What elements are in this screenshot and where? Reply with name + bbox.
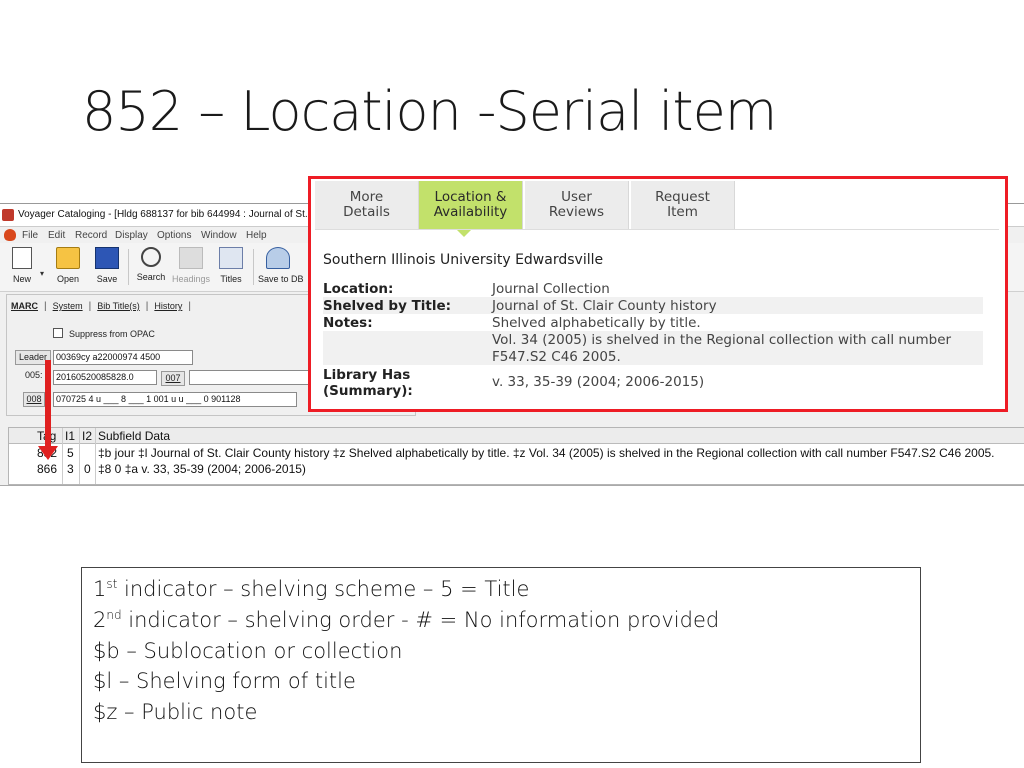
note-subfield-b: $b – Sublocation or collection	[93, 639, 403, 663]
annotation-arrow	[45, 360, 51, 454]
window-title: Voyager Cataloging - [Hldg 688137 for bi…	[18, 209, 326, 220]
new-dropdown-icon[interactable]: ▾	[40, 269, 44, 278]
location-value: Journal Collection	[492, 281, 610, 297]
suppress-checkbox[interactable]	[53, 328, 63, 338]
save-to-db-button[interactable]: Save to DB	[258, 247, 304, 289]
header-i2: I2	[82, 429, 93, 443]
indicator-notes-box: 1st indicator – shelving scheme – 5 = Ti…	[81, 567, 921, 763]
suppress-row: Suppress from OPAC	[53, 328, 155, 339]
titles-icon	[219, 247, 243, 269]
new-button[interactable]: New	[2, 247, 42, 289]
field-008-value[interactable]: 070725 4 u ___ 8 ___ 1 001 u u ___ 0 901…	[53, 392, 297, 407]
toolbar-separator	[128, 249, 129, 285]
grid-header: Tag I1 I2 Subfield Data	[9, 428, 1024, 444]
suppress-label: Suppress from OPAC	[69, 329, 155, 339]
marc-field-grid: Tag I1 I2 Subfield Data 852 5 ‡b jour ‡l…	[8, 427, 1024, 485]
header-i1: I1	[65, 429, 76, 443]
record-tabs: MARC | System | Bib Title(s) | History |	[11, 301, 191, 312]
location-row: Location: Journal Collection	[323, 280, 983, 297]
row-subfield-data: ‡b jour ‡l Journal of St. Clair County h…	[98, 446, 995, 460]
table-row[interactable]: 852 5 ‡b jour ‡l Journal of St. Clair Co…	[9, 445, 1024, 461]
field-005-value: 20160520085828.0	[53, 370, 157, 385]
shelved-row: Shelved by Title: Journal of St. Clair C…	[323, 297, 983, 314]
tab-more-details[interactable]: More Details	[315, 181, 419, 229]
menu-help[interactable]: Help	[246, 230, 267, 241]
save-button[interactable]: Save	[87, 247, 127, 289]
note-second-indicator: 2nd indicator – shelving order - # = No …	[93, 608, 720, 632]
headings-icon	[179, 247, 203, 269]
menu-options[interactable]: Options	[157, 230, 191, 241]
notes-value: Vol. 34 (2005) is shelved in the Regiona…	[492, 332, 952, 348]
fox-logo-icon	[4, 229, 16, 241]
tab-location-availability[interactable]: Location & Availability	[419, 181, 523, 229]
tab-bib-titles[interactable]: Bib Title(s)	[97, 301, 140, 311]
field-007-button[interactable]: 007	[161, 371, 185, 386]
row-i2: 0	[84, 462, 91, 476]
menu-display[interactable]: Display	[115, 230, 148, 241]
voyager-app-icon	[2, 209, 14, 221]
table-row[interactable]: 866 3 0 ‡8 0 ‡a v. 33, 35-39 (2004; 2006…	[9, 461, 1024, 477]
row-subfield-data: ‡8 0 ‡a v. 33, 35-39 (2004; 2006-2015)	[98, 462, 306, 476]
notes-row: Notes: Shelved alphabetically by title.	[323, 314, 983, 331]
notes-label: Notes:	[323, 315, 373, 331]
note-subfield-l: $l – Shelving form of title	[93, 669, 356, 693]
location-availability-panel: Southern Illinois University Edwardsvill…	[315, 229, 999, 406]
library-has-row: Library Has (Summary): v. 33, 35-39 (200…	[323, 366, 983, 400]
save-to-db-icon	[266, 247, 290, 269]
menu-file[interactable]: File	[22, 230, 38, 241]
slide-title: 852 – Location -Serial item	[82, 80, 777, 143]
notes-value: Shelved alphabetically by title.	[492, 315, 701, 331]
note-first-indicator: 1st indicator – shelving scheme – 5 = Ti…	[93, 577, 530, 601]
notes-row: Vol. 34 (2005) is shelved in the Regiona…	[323, 331, 983, 365]
institution-name: Southern Illinois University Edwardsvill…	[323, 252, 604, 268]
search-icon	[141, 247, 161, 267]
floppy-disk-icon	[95, 247, 119, 269]
library-has-label: Library Has	[323, 367, 411, 383]
field-005-label: 005:	[25, 370, 43, 380]
note-subfield-z: $z – Public note	[93, 700, 258, 724]
search-button[interactable]: Search	[131, 247, 171, 289]
new-document-icon	[12, 247, 32, 269]
headings-button[interactable]: Headings	[171, 247, 211, 289]
tab-marc[interactable]: MARC	[11, 301, 38, 311]
open-button[interactable]: Open	[48, 247, 88, 289]
notes-value: F547.S2 C46 2005.	[492, 349, 621, 365]
row-i1: 5	[67, 446, 74, 460]
annotation-arrow-head	[38, 446, 58, 460]
titles-button[interactable]: Titles	[211, 247, 251, 289]
menu-record[interactable]: Record	[75, 230, 107, 241]
header-subfield-data: Subfield Data	[98, 429, 171, 443]
library-has-value: v. 33, 35-39 (2004; 2006-2015)	[492, 374, 705, 390]
tab-system[interactable]: System	[53, 301, 83, 311]
location-label: Location:	[323, 281, 394, 297]
toolbar-separator	[253, 249, 254, 285]
shelved-label: Shelved by Title:	[323, 298, 452, 314]
menu-edit[interactable]: Edit	[48, 230, 65, 241]
shelved-value: Journal of St. Clair County history	[492, 298, 717, 314]
row-i1: 3	[67, 462, 74, 476]
leader-field[interactable]: 00369cy a22000974 4500	[53, 350, 193, 365]
row-tag: 866	[37, 462, 58, 476]
menu-window[interactable]: Window	[201, 230, 237, 241]
folder-icon	[56, 247, 80, 269]
tab-user-reviews[interactable]: User Reviews	[525, 181, 629, 229]
library-has-label: (Summary):	[323, 383, 413, 399]
field-008-button[interactable]: 008	[23, 392, 45, 407]
opac-callout: More Details Location & Availability Use…	[308, 176, 1008, 412]
tab-request-item[interactable]: Request Item	[631, 181, 735, 229]
tab-history[interactable]: History	[154, 301, 182, 311]
